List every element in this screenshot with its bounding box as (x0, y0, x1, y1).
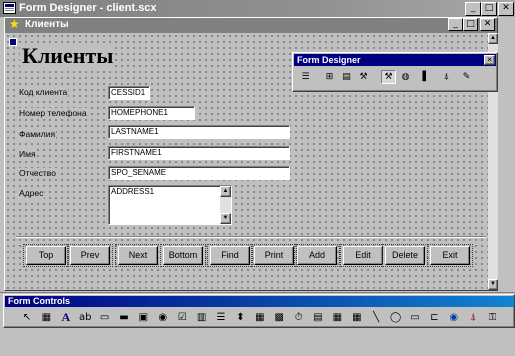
data-environment-icon[interactable]: ▤ (339, 70, 354, 84)
form-close-button[interactable]: ✕ (480, 18, 495, 31)
close-button[interactable]: ✕ (498, 2, 514, 16)
container-icon[interactable]: ▭ (408, 311, 422, 324)
form-maximize-button[interactable]: □ (463, 18, 478, 31)
form-controls-titlebar: Form Controls (5, 296, 514, 307)
label-address: Адрес (18, 188, 45, 199)
main-window-title: Form Designer - client.scx (19, 2, 157, 14)
layout-toolbar-icon[interactable]: ▐ (415, 70, 430, 84)
ole-container-icon[interactable]: ▦ (330, 311, 344, 324)
textbox-icon[interactable]: ab (78, 311, 92, 324)
form-designer-toolbar-title: Form Designer (297, 55, 361, 65)
spinner-icon[interactable]: ⬍ (233, 311, 247, 324)
shape-icon[interactable]: ◯ (389, 311, 403, 324)
address-scroll-up-icon[interactable]: ▲ (220, 186, 231, 197)
form-window-title: Клиенты (25, 19, 69, 30)
label-code: Код клиента (18, 87, 69, 98)
phone-field[interactable]: HOMEPHONE1 (108, 106, 195, 120)
label-name: Имя (18, 149, 37, 160)
form-heading: Клиенты (20, 43, 116, 68)
form-controls-icon-row: ↖ ▦ Aab ▭ ▬ ▣ ◉ ☑ ▥ ☰ ⬍ ▦ ▩ ⏱ ▤ ▦ ▦ ╲ ◯ ▭ ⊏ ◉ ⍋ ⚿ (4, 308, 514, 327)
hyperlink-icon[interactable]: ◉ (447, 311, 461, 324)
command-button-icon[interactable]: ▬ (117, 311, 131, 324)
patronymic-field[interactable]: SPO_SENAME (108, 166, 290, 180)
address-field-value: ADDRESS1 (111, 187, 155, 196)
form-star-icon: ★ (9, 17, 20, 31)
address-scrollbar[interactable]: ▲ ▼ (220, 186, 231, 224)
builder-lock-icon[interactable]: ⍋ (466, 311, 480, 324)
nav-button-edit[interactable]: Edit (340, 244, 386, 267)
form-designer-toolbar: Form Designer ✕ ☰ ⊞ ▤ ⚒ ⚒ ◍ ▐ ⍋ ✎ (292, 52, 498, 92)
nav-button-bottom[interactable]: Bottom (160, 244, 206, 267)
select-objects-icon[interactable]: ↖ (20, 311, 34, 324)
button-group-separator (16, 236, 486, 238)
color-palette-icon[interactable]: ◍ (398, 70, 413, 84)
button-lock-icon[interactable]: ⚿ (486, 311, 500, 324)
view-classes-icon[interactable]: ▦ (39, 311, 53, 324)
line-icon[interactable]: ╲ (369, 311, 383, 324)
main-title-bar: Form Designer - client.scx _ □ ✕ (0, 0, 515, 17)
pageframe-icon[interactable]: ▤ (311, 311, 325, 324)
checkbox-icon[interactable]: ☑ (175, 311, 189, 324)
label-icon[interactable]: A (59, 310, 73, 324)
option-group-icon[interactable]: ◉ (156, 311, 170, 324)
form-minimize-button[interactable]: _ (448, 18, 463, 31)
grid-icon[interactable]: ▦ (253, 311, 267, 324)
timer-icon[interactable]: ⏱ (292, 311, 306, 324)
combobox-icon[interactable]: ▥ (195, 311, 209, 324)
nav-button-delete[interactable]: Delete (382, 244, 428, 267)
scroll-up-arrow[interactable]: ▲ (488, 33, 498, 44)
nav-button-add[interactable]: Add (294, 244, 340, 267)
nav-button-prev[interactable]: Prev (67, 244, 113, 267)
maximize-button[interactable]: □ (481, 2, 497, 16)
address-field[interactable]: ADDRESS1 ▲ ▼ (108, 185, 232, 225)
form-controls-toolbar: Form Controls ↖ ▦ Aab ▭ ▬ ▣ ◉ ☑ ▥ ☰ ⬍ ▦ ▩ ⏱ ▤ ▦ ▦ ╲ ◯ ▭ ⊏ ◉ ⍋ ⚿ (3, 294, 515, 328)
editbox-icon[interactable]: ▭ (98, 311, 112, 324)
form-designer-toolbar-titlebar: Form Designer ✕ (294, 54, 496, 66)
app-icon (3, 2, 16, 14)
properties-list-icon[interactable]: ☰ (298, 70, 313, 84)
form-designer-toolbar-close-button[interactable]: ✕ (484, 55, 495, 65)
tab-order-icon[interactable]: ⊞ (322, 70, 337, 84)
autoformat-icon[interactable]: ✎ (459, 70, 474, 84)
form-controls-title: Form Controls (8, 296, 70, 306)
command-group-icon[interactable]: ▣ (136, 311, 150, 324)
label-surname: Фамилия (18, 129, 57, 140)
minimize-button[interactable]: _ (465, 2, 481, 16)
code-field[interactable]: CESSID1 (108, 86, 150, 100)
listbox-icon[interactable]: ☰ (214, 311, 228, 324)
label-patronymic: Отчество (18, 168, 57, 179)
label-phone: Номер телефона (18, 108, 88, 119)
nav-button-top[interactable]: Top (23, 244, 69, 267)
address-scroll-down-icon[interactable]: ▼ (220, 213, 231, 224)
name-field[interactable]: FIRSTNAME1 (108, 146, 290, 160)
nav-button-find[interactable]: Find (207, 244, 253, 267)
separator-icon[interactable]: ⊏ (427, 311, 441, 324)
form-title-bar: ★ Клиенты _ □ ✕ (5, 18, 497, 33)
nav-button-exit[interactable]: Exit (427, 244, 473, 267)
nav-button-print[interactable]: Print (251, 244, 297, 267)
nav-button-next[interactable]: Next (115, 244, 161, 267)
form-controls-toggle-icon[interactable]: ⚒ (381, 70, 396, 84)
scroll-down-arrow[interactable]: ▼ (488, 279, 498, 290)
surname-field[interactable]: LASTNAME1 (108, 125, 290, 139)
image-icon[interactable]: ▩ (272, 311, 286, 324)
form-builder-icon[interactable]: ⍋ (439, 70, 454, 84)
ole-bound-icon[interactable]: ▦ (350, 311, 364, 324)
selection-handle-icon (9, 38, 17, 46)
code-window-icon[interactable]: ⚒ (356, 70, 371, 84)
